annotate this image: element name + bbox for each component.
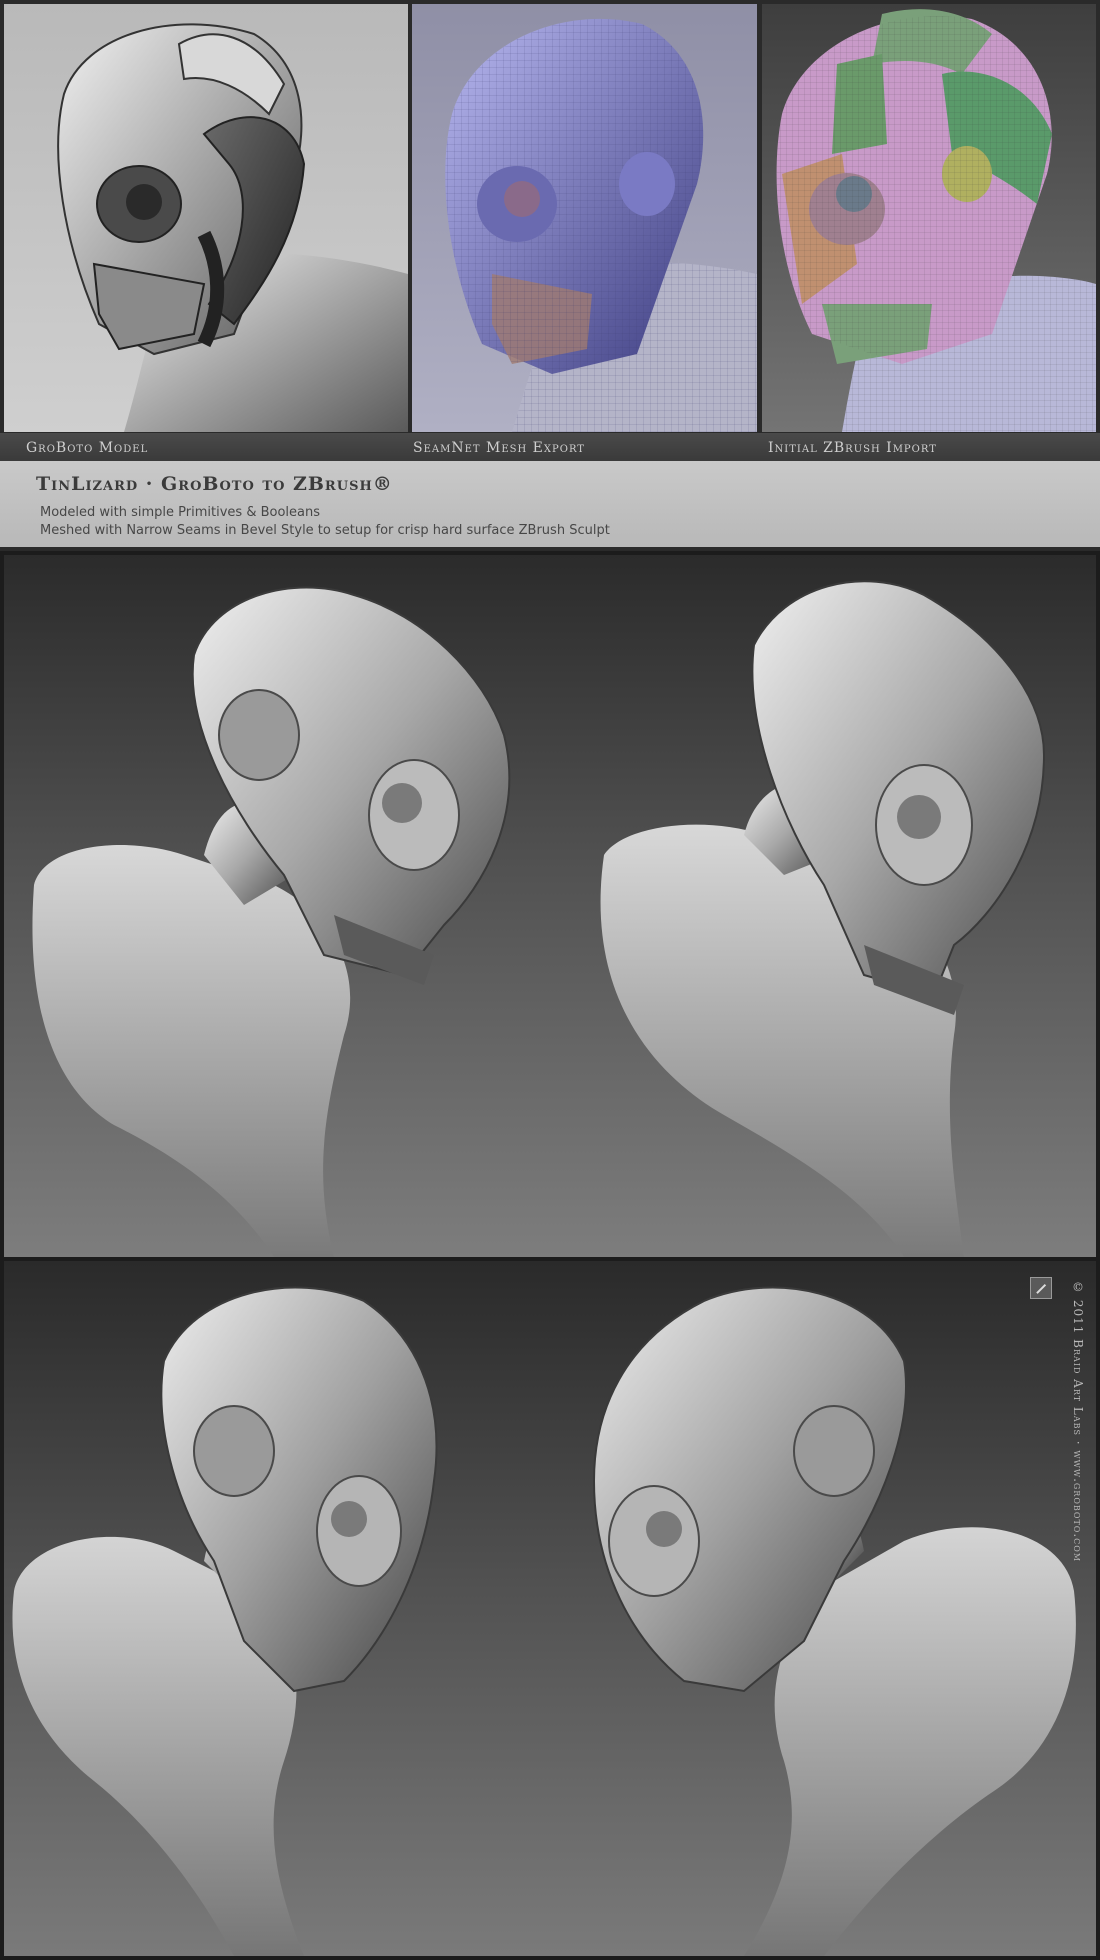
groboto-model-render [57,23,408,432]
sculpt-views-lower [12,1286,1076,1956]
subtitle-line-2: Meshed with Narrow Seams in Bevel Style … [40,523,610,538]
sculpt-views-upper [32,580,1046,1257]
caption-seamnet-mesh: SeamNet Mesh Export [413,440,585,456]
groboto-model-panel [4,4,408,432]
page-title: TinLizard · GroBoto to ZBrush® [36,473,393,495]
subtitle-line-1: Modeled with simple Primitives & Boolean… [40,505,321,520]
title-band: TinLizard · GroBoto to ZBrush® Modeled w… [0,461,1100,551]
zbrush-import-panel: © 2011 Braid Art Labs · www.groboto.com [762,4,1096,432]
sculpt-render-lower [4,1261,1096,1956]
seamnet-mesh-panel [412,4,757,432]
braid-art-labs-logo-icon-lower [1030,1277,1052,1299]
copyright-text-bottom: © 2011 Braid Art Labs · www.groboto.com [1071,1280,1085,1563]
zbrush-import-render [776,9,1096,432]
seamnet-mesh-render [445,18,757,432]
caption-strip: GroBoto Model SeamNet Mesh Export Initia… [0,433,1100,461]
caption-zbrush-import: Initial ZBrush Import [768,440,937,456]
caption-groboto-model: GroBoto Model [26,440,149,456]
process-panels: © 2011 Braid Art Labs · www.groboto.com [0,0,1100,433]
sculpt-render-upper [4,555,1096,1257]
